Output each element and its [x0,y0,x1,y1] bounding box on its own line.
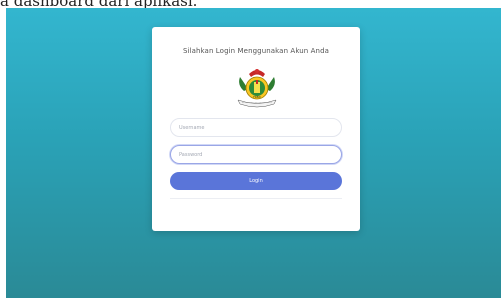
emblem-text: FKBD [253,95,261,99]
card-divider [170,198,342,199]
password-input[interactable] [170,145,342,164]
school-emblem-icon: FKBD [237,69,277,108]
username-input[interactable] [170,118,342,137]
page-caption-text: a dashboard dari aplikasi. [0,0,198,10]
login-card: Silahkan Login Menggunakan Akun Anda FKB… [152,27,360,231]
login-title: Silahkan Login Menggunakan Akun Anda [182,47,330,55]
login-button[interactable]: Login [170,172,342,190]
